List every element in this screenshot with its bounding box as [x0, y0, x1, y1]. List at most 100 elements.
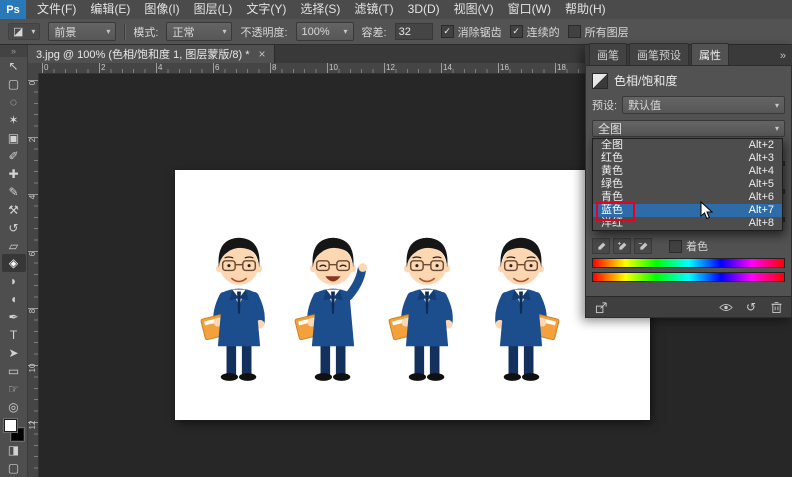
brush-tool[interactable]: ✎ — [2, 183, 26, 201]
clip-to-layer-icon[interactable] — [593, 300, 609, 314]
toolbar-collapse-icon[interactable]: » — [0, 45, 27, 57]
horizontal-ruler[interactable]: 0 2 4 6 8 10 12 14 16 18 — [38, 63, 585, 74]
rectangle-tool[interactable]: ▭ — [2, 362, 26, 380]
photoshop-window: Ps 文件(F) 编辑(E) 图像(I) 图层(L) 文字(Y) 选择(S) 滤… — [0, 0, 792, 477]
spot-healing-brush-tool[interactable]: ✚ — [2, 165, 26, 183]
menu-help[interactable]: 帮助(H) — [558, 0, 613, 19]
caret-down-icon: ▾ — [31, 27, 35, 36]
channel-option-cyans[interactable]: 青色 Alt+6 — [593, 191, 782, 204]
all-layers-label: 所有图层 — [585, 24, 629, 40]
caret-down-icon: ▾ — [106, 27, 110, 36]
blur-tool[interactable]: ◗ — [2, 272, 26, 290]
clone-stamp-tool[interactable]: ⚒ — [2, 201, 26, 219]
pen-tool[interactable]: ✒ — [2, 308, 26, 326]
trash-icon[interactable] — [768, 300, 784, 314]
menu-edit[interactable]: 编辑(E) — [83, 0, 137, 19]
zoom-tool[interactable]: ◎ — [2, 398, 26, 416]
paint-bucket-tool[interactable]: ◈ — [2, 254, 26, 272]
option-label: 红色 — [601, 152, 623, 165]
paint-bucket-icon: ◪ — [13, 25, 23, 38]
reset-icon[interactable]: ↺ — [743, 300, 759, 314]
preset-row: 预设: 默认值 ▾ — [592, 96, 785, 114]
hue-saturation-icon — [592, 73, 608, 89]
eraser-tool[interactable]: ▱ — [2, 237, 26, 255]
option-shortcut: Alt+5 — [749, 178, 774, 191]
screen-mode-button[interactable]: ▢ — [2, 459, 26, 477]
dodge-tool[interactable]: ◖ — [2, 290, 26, 308]
menu-3d[interactable]: 3D(D) — [401, 0, 447, 19]
tool-preset-picker[interactable]: ◪ ▾ — [8, 23, 40, 40]
eyedropper-sample-button[interactable] — [592, 238, 610, 254]
properties-panel: 色相/饱和度 预设: 默认值 ▾ 全图 ▾ 色相: — [585, 66, 792, 318]
document-tab[interactable]: 3.jpg @ 100% (色相/饱和度 1, 图层蒙版/8) * × — [28, 45, 275, 63]
menu-filter[interactable]: 滤镜(T) — [347, 0, 400, 19]
ruler-number: 2 — [101, 63, 105, 73]
foreground-color-swatch[interactable] — [4, 419, 17, 432]
menu-image[interactable]: 图像(I) — [137, 0, 186, 19]
businessman-figure-1 — [191, 220, 287, 390]
channel-option-master[interactable]: 全图 Alt+2 — [593, 139, 782, 152]
preset-select[interactable]: 默认值 ▾ — [622, 96, 785, 114]
contiguous-checkbox[interactable]: ✓ 连续的 — [510, 24, 560, 40]
option-shortcut: Alt+7 — [749, 204, 774, 217]
channel-option-magentas[interactable]: 洋红 Alt+8 — [593, 217, 782, 230]
option-label: 全图 — [601, 139, 623, 152]
menu-select[interactable]: 选择(S) — [293, 0, 347, 19]
magic-wand-tool[interactable]: ✶ — [2, 111, 26, 129]
visibility-eye-icon[interactable] — [718, 300, 734, 314]
all-layers-checkbox[interactable]: 所有图层 — [568, 24, 629, 40]
lasso-tool[interactable]: ◌ — [2, 93, 26, 111]
menu-type[interactable]: 文字(Y) — [239, 0, 293, 19]
option-shortcut: Alt+3 — [749, 152, 774, 165]
antialias-checkbox[interactable]: ✓ 消除锯齿 — [441, 24, 502, 40]
history-brush-tool[interactable]: ↺ — [2, 219, 26, 237]
tolerance-input[interactable] — [395, 23, 433, 40]
menu-file[interactable]: 文件(F) — [30, 0, 83, 19]
panel-footer: ↺ — [586, 296, 791, 317]
photoshop-logo: Ps — [0, 0, 26, 19]
option-shortcut: Alt+8 — [749, 217, 774, 230]
move-tool[interactable]: ↖ — [2, 57, 26, 75]
crop-tool[interactable]: ▣ — [2, 129, 26, 147]
colorize-checkbox[interactable]: 着色 — [669, 238, 708, 254]
blend-mode-select[interactable]: 正常 ▾ — [166, 22, 232, 41]
collapse-panel-icon[interactable]: » — [774, 50, 792, 65]
tab-brush-presets[interactable]: 画笔预设 — [629, 43, 689, 65]
tolerance-label: 容差: — [362, 24, 387, 40]
canvas-document[interactable] — [175, 170, 650, 420]
horizontal-type-tool[interactable]: T — [2, 326, 26, 344]
close-icon[interactable]: × — [259, 48, 266, 60]
fill-source-select[interactable]: 前景 ▾ — [48, 22, 116, 41]
opacity-label: 不透明度: — [240, 24, 287, 40]
caret-down-icon: ▾ — [775, 101, 779, 110]
channel-select[interactable]: 全图 ▾ — [592, 120, 785, 137]
opacity-select[interactable]: 100% ▾ — [296, 22, 354, 41]
path-selection-tool[interactable]: ➤ — [2, 344, 26, 362]
eyedropper-tool[interactable]: ✐ — [2, 147, 26, 165]
contiguous-label: 连续的 — [527, 24, 560, 40]
tab-properties[interactable]: 属性 — [691, 43, 729, 65]
channel-value: 全图 — [598, 120, 622, 137]
channel-row: 全图 ▾ — [592, 120, 785, 137]
rectangular-marquee-tool[interactable]: ▢ — [2, 75, 26, 93]
vertical-ruler[interactable]: 0 2 4 6 8 10 12 — [28, 73, 39, 477]
businessman-figure-2 — [285, 220, 381, 390]
menu-view[interactable]: 视图(V) — [447, 0, 501, 19]
preset-value: 默认值 — [628, 97, 661, 113]
ruler-number: 14 — [443, 63, 452, 73]
menu-window[interactable]: 窗口(W) — [501, 0, 558, 19]
eyedropper-subtract-button[interactable] — [634, 238, 652, 254]
quick-mask-button[interactable]: ◨ — [2, 441, 26, 459]
antialias-label: 消除锯齿 — [458, 24, 502, 40]
channel-option-blues[interactable]: 蓝色 Alt+7 — [593, 204, 782, 217]
properties-panel-group: 画笔 画笔预设 属性 » 色相/饱和度 预设: 默认值 ▾ 全图 ▾ — [585, 45, 792, 318]
channel-option-reds[interactable]: 红色 Alt+3 — [593, 152, 782, 165]
channel-option-greens[interactable]: 绿色 Alt+5 — [593, 178, 782, 191]
panel-tab-strip: 画笔 画笔预设 属性 » — [585, 45, 792, 66]
opacity-value: 100% — [302, 26, 330, 38]
hand-tool[interactable]: ☞ — [2, 380, 26, 398]
tab-brush[interactable]: 画笔 — [589, 43, 627, 65]
menu-layer[interactable]: 图层(L) — [187, 0, 240, 19]
channel-option-yellows[interactable]: 黄色 Alt+4 — [593, 165, 782, 178]
eyedropper-add-button[interactable] — [613, 238, 631, 254]
